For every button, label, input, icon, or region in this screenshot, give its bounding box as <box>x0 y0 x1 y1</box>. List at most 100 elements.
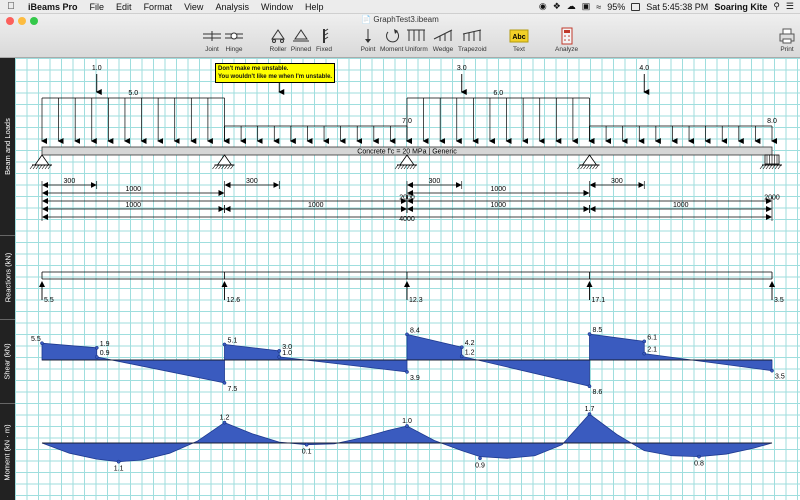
support-hatch <box>400 164 405 170</box>
shear-label: 8.4 <box>410 327 420 334</box>
support-hatch <box>762 164 767 170</box>
shear-point <box>277 355 282 359</box>
support-hatch <box>397 164 402 170</box>
support-hatch <box>215 164 219 170</box>
shear-label: 4.2 <box>465 340 475 347</box>
support-hatch <box>409 164 414 170</box>
reaction-label: 17.1 <box>592 297 606 304</box>
dimension-label: 1000 <box>308 202 324 209</box>
support-hatch <box>586 164 590 170</box>
shear-point <box>459 354 464 359</box>
shear-point <box>94 355 99 359</box>
point-load-label: 3.0 <box>457 65 467 72</box>
reactions-layer: 5.5 12.6 12.3 17.1 3.5 <box>39 271 784 304</box>
shear-label: 1.2 <box>465 349 475 356</box>
support-hatch <box>777 164 782 170</box>
dimension-label: 1000 <box>673 202 689 209</box>
reaction-label: 12.6 <box>227 297 241 304</box>
dimensions-layer: 300 300 300 3001000 10002000 20001000 1000 1000… <box>41 178 780 223</box>
moment-point <box>478 456 482 461</box>
support-hatch <box>32 164 37 170</box>
shear-diagram: 5.51.90.97.55.13.01.03.98.44.21.28.68.56… <box>31 327 785 396</box>
reaction-label: 12.3 <box>409 297 423 304</box>
shear-point <box>405 332 409 337</box>
support-hatch <box>29 164 34 170</box>
support-hatch <box>406 164 411 170</box>
shear-label: 2.1 <box>647 347 657 354</box>
dimension-label: 1000 <box>490 202 506 209</box>
shear-label: 7.5 <box>228 386 238 393</box>
beam-label: Concrete f'c = 20 MPa | Generic <box>357 149 457 156</box>
dimension-label: 1000 <box>125 186 141 193</box>
uniform-load-label: 8.0 <box>767 118 777 125</box>
shear-label: 3.5 <box>775 374 785 381</box>
support-hatch <box>595 164 599 170</box>
support-hatch <box>212 164 216 170</box>
loads-layer: 5.07.06.08.01.02.03.04.0 <box>41 65 777 144</box>
text-note[interactable]: Don't make me unstable. You wouldn't lik… <box>215 63 336 83</box>
support-hatch <box>771 164 776 170</box>
support-hatch <box>224 164 228 170</box>
shear-label: 8.5 <box>593 327 603 334</box>
shear-label: 5.5 <box>31 336 41 343</box>
reaction-label: 5.5 <box>44 297 54 304</box>
moment-label: 0.9 <box>475 462 485 469</box>
shear-point <box>94 345 99 350</box>
support-hatch <box>221 164 225 170</box>
shear-label: 6.1 <box>647 334 657 341</box>
moment-point <box>304 442 309 447</box>
moment-point <box>116 459 121 464</box>
shear-label: 3.9 <box>410 375 420 382</box>
note-line-2: You wouldn't like me when I'm unstable. <box>218 74 333 80</box>
moment-label: 0.8 <box>694 461 704 468</box>
support-hatch <box>394 164 399 170</box>
moment-label: 1.0 <box>402 418 412 425</box>
shear-point <box>770 368 774 373</box>
shear-point <box>587 332 592 336</box>
dimension-label: 300 <box>246 178 258 185</box>
shear-point <box>222 342 227 347</box>
dimension-label: 1000 <box>490 186 506 193</box>
shear-point <box>642 339 647 344</box>
moment-label: 0.1 <box>302 449 312 456</box>
support-hatch <box>38 164 43 170</box>
support-hatch <box>583 164 587 170</box>
beam-layer: Concrete f'c = 20 MPa | Generic <box>29 146 782 170</box>
pinned-support <box>399 154 415 166</box>
support-hatch <box>403 164 408 170</box>
shear-point <box>587 384 592 389</box>
moment-point <box>697 454 701 459</box>
support-hatch <box>759 164 764 170</box>
note-line-1: Don't make me unstable. <box>218 66 289 72</box>
shear-label: 1.0 <box>282 350 292 357</box>
support-hatch <box>230 164 234 170</box>
support-hatch <box>44 164 49 170</box>
support-hatch <box>580 164 584 170</box>
moment-label: 1.2 <box>220 415 230 422</box>
support-hatch <box>47 164 52 170</box>
moment-label: 1.1 <box>114 466 124 473</box>
shear-point <box>405 370 409 374</box>
support-hatch <box>41 164 46 170</box>
support-hatch <box>227 164 231 170</box>
support-hatch <box>768 164 773 170</box>
shear-point <box>222 381 227 385</box>
shear-label: 5.1 <box>228 337 238 344</box>
support-hatch <box>589 164 593 170</box>
moment-diagram: 1.1 1.2 0.1 1.0 0.9 1.7 0.8 <box>41 406 773 473</box>
pinned-support <box>34 154 50 166</box>
dimension-label: 300 <box>64 178 76 185</box>
support-hatch <box>765 164 770 170</box>
shear-label: 0.9 <box>100 350 110 357</box>
uniform-load-label: 6.0 <box>493 90 503 97</box>
shear-point <box>40 341 44 346</box>
support-hatch <box>412 164 417 170</box>
uniform-load-label: 5.0 <box>128 90 138 97</box>
dimension-label: 1000 <box>125 202 141 209</box>
moment-label: 1.7 <box>585 406 595 413</box>
beam-drawing: 5.07.06.08.01.02.03.04.0 Concrete f'c = … <box>29 65 785 473</box>
reaction-label: 3.5 <box>774 297 784 304</box>
support-hatch <box>592 164 596 170</box>
shear-point <box>642 351 647 356</box>
dimension-label: 2000 <box>764 195 780 202</box>
